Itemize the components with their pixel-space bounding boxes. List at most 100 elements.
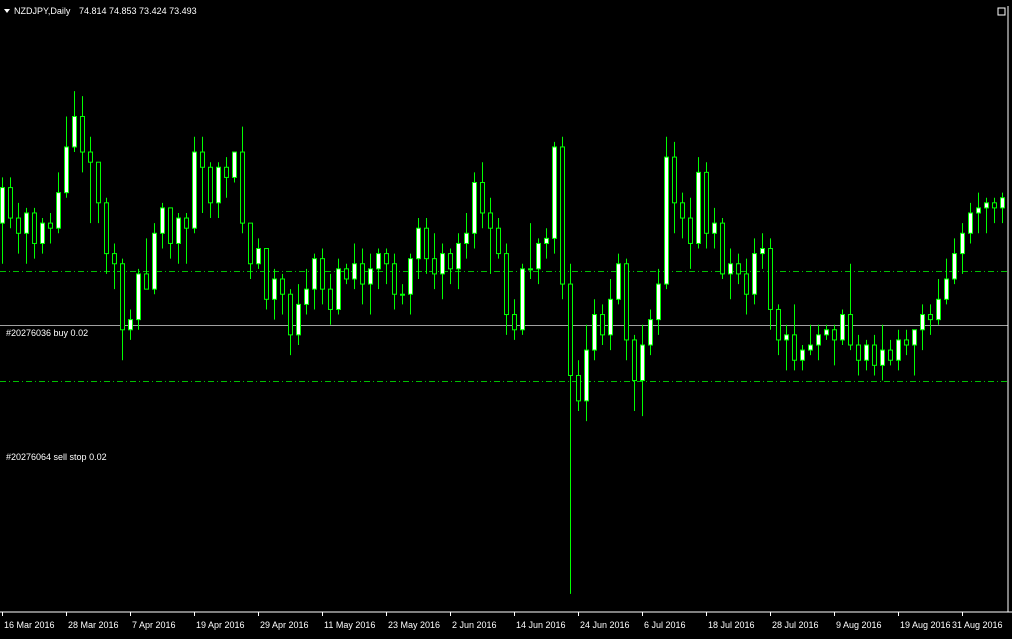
candle-body-bull xyxy=(440,253,445,275)
candle-body-bear xyxy=(288,293,293,336)
candle-body-bull xyxy=(544,237,549,244)
ohlc-label: 74.814 74.853 73.424 73.493 xyxy=(79,6,197,16)
candle-body-bull xyxy=(664,156,669,285)
candle-body-bull xyxy=(176,217,181,244)
candle-body-bear xyxy=(704,171,709,234)
buy-order-label: #20276036 buy 0.02 xyxy=(6,328,88,338)
candle-body-bull xyxy=(824,329,829,336)
candle-body-bull xyxy=(592,314,597,351)
candle-body-bull xyxy=(728,263,733,275)
candle-body-bull xyxy=(656,283,661,321)
candle xyxy=(152,223,157,295)
x-tick-label: 31 Aug 2016 xyxy=(952,620,1003,630)
chart-header: NZDJPY,Daily 74.814 74.853 73.424 73.493 xyxy=(4,6,197,16)
x-tick-label: 28 Mar 2016 xyxy=(68,620,119,630)
sell-stop-order-label: #20276064 sell stop 0.02 xyxy=(6,452,107,462)
candle-body-bear xyxy=(112,253,117,265)
x-tick-label: 7 Apr 2016 xyxy=(132,620,176,630)
candle-body-bull xyxy=(416,227,421,260)
candle-body-bear xyxy=(200,151,205,168)
candle-body-bull xyxy=(272,278,277,300)
candle-body-bear xyxy=(736,263,741,275)
x-tick-label: 14 Jun 2016 xyxy=(516,620,566,630)
candle-body-bull xyxy=(808,344,813,351)
candle-body-bull xyxy=(864,344,869,361)
candle-body-bull xyxy=(456,242,461,270)
symbol-label: NZDJPY,Daily xyxy=(14,6,71,16)
candle-body-bear xyxy=(568,283,573,376)
candle-body-bear xyxy=(872,344,877,366)
candle-body-bull xyxy=(840,314,845,341)
candle-body-bull xyxy=(936,298,941,321)
candle xyxy=(664,136,669,290)
candle-body-bull xyxy=(816,334,821,346)
candle-body-bear xyxy=(688,217,693,244)
candle-body-bear xyxy=(432,258,437,275)
candle-body-bull xyxy=(712,222,717,234)
x-tick-label: 19 Apr 2016 xyxy=(196,620,245,630)
candle-body-bear xyxy=(624,263,629,341)
candle-body-bear xyxy=(448,253,453,270)
candle-body-bull xyxy=(368,268,373,285)
candle-body-bear xyxy=(48,222,53,229)
right-margin xyxy=(1008,0,1012,634)
candle-body-bear xyxy=(744,273,749,295)
x-tick-label: 23 May 2016 xyxy=(388,620,440,630)
x-tick-label: 2 Jun 2016 xyxy=(452,620,497,630)
candle-body-bear xyxy=(992,202,997,209)
candle-body-bear xyxy=(672,156,677,204)
candle-body-bull xyxy=(536,242,541,270)
candle-body-bear xyxy=(768,248,773,310)
chart-window[interactable]: 16 Mar 2016 28 Mar 2016 7 Apr 2016 19 Apr 2… xyxy=(0,0,1012,634)
candle xyxy=(560,136,565,300)
candle-body-bear xyxy=(600,314,605,336)
candle-body-bull xyxy=(960,232,965,255)
candlestick-chart[interactable]: 16 Mar 2016 28 Mar 2016 7 Apr 2016 19 Apr 2… xyxy=(0,0,1012,634)
candle-body-bear xyxy=(392,263,397,295)
candle-body-bull xyxy=(800,349,805,361)
candle-body-bear xyxy=(144,273,149,290)
candle-body-bear xyxy=(384,253,389,265)
candle-body-bull xyxy=(976,207,981,214)
candle-body-bull xyxy=(880,349,885,366)
candle-body-bull xyxy=(296,303,301,336)
candle-body-bull xyxy=(944,278,949,300)
candle-body-bear xyxy=(328,288,333,310)
candle-body-bull xyxy=(64,146,69,194)
candle-body-bull xyxy=(584,349,589,402)
candle-body-bear xyxy=(776,308,781,341)
candle-body-bull xyxy=(376,253,381,270)
candle-body-bear xyxy=(480,182,485,214)
candle-body-bull xyxy=(40,222,45,244)
candle-body-bear xyxy=(856,344,861,361)
x-tick-label: 6 Jul 2016 xyxy=(644,620,686,630)
candle-body-bull xyxy=(896,339,901,361)
candle-body-bear xyxy=(424,227,429,260)
candle-body-bear xyxy=(792,334,797,361)
candle-body-bear xyxy=(16,217,21,234)
candle-body-bull xyxy=(520,268,525,331)
candle-body-bear xyxy=(208,166,213,204)
candle-body-bull xyxy=(72,115,77,148)
candle-body-bear xyxy=(320,258,325,290)
x-tick-label: 9 Aug 2016 xyxy=(836,620,882,630)
candle-body-bull xyxy=(0,187,5,224)
candle-body-bull xyxy=(192,151,197,229)
candle-body-bull xyxy=(552,146,557,239)
candle-body-bear xyxy=(632,339,637,382)
x-tick-label: 16 Mar 2016 xyxy=(4,620,55,630)
candle-body-bull xyxy=(616,263,621,300)
candle-body-bear xyxy=(248,222,253,265)
candle xyxy=(552,141,557,254)
candle-body-bear xyxy=(104,202,109,255)
candle-body-bear xyxy=(496,227,501,255)
candle-body-bear xyxy=(88,151,93,163)
candle-body-bear xyxy=(240,151,245,224)
candle-body-bull xyxy=(648,319,653,346)
candle-body-bull xyxy=(216,166,221,204)
candle-body-bull xyxy=(464,232,469,244)
candle-body-bear xyxy=(264,248,269,300)
candle-body-bull xyxy=(912,329,917,346)
x-tick-label: 24 Jun 2016 xyxy=(580,620,630,630)
x-tick-label: 28 Jul 2016 xyxy=(772,620,819,630)
